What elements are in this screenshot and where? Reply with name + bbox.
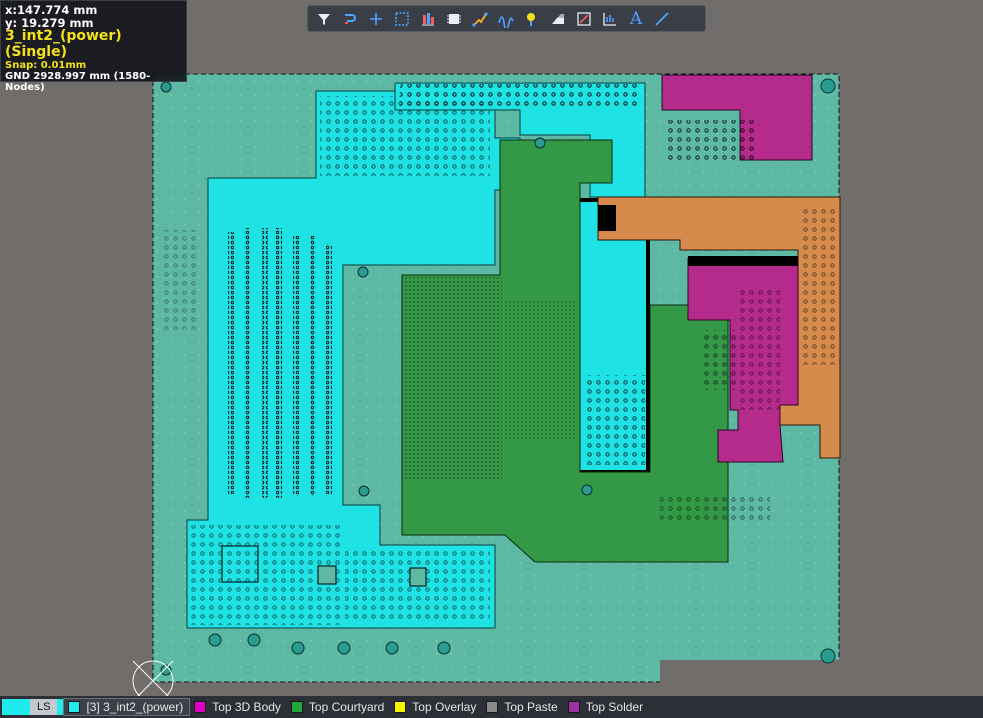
net-info: GND 2928.997 mm (1580-Nodes) <box>5 71 151 94</box>
black-strip <box>598 205 616 231</box>
layer-tab-top-courtyard[interactable]: Top Courtyard <box>287 698 390 716</box>
bga-array <box>402 275 502 480</box>
select-rect-icon[interactable] <box>390 8 414 30</box>
current-layer: 3_int2_(power) (Single) <box>5 28 122 60</box>
place-via-icon[interactable] <box>520 8 544 30</box>
layer-tab-top-3d-body[interactable]: Top 3D Body <box>190 698 287 716</box>
ic-footprint-2 <box>409 567 427 587</box>
line-icon[interactable] <box>650 8 674 30</box>
layer-tab-label: Top Solder <box>585 700 644 714</box>
layer-swatch <box>486 701 499 713</box>
layer-set-button[interactable]: LS <box>2 699 64 715</box>
bga-array-2 <box>505 300 575 440</box>
black-strip-2 <box>688 256 798 266</box>
layer-tab-top-overlay[interactable]: Top Overlay <box>390 698 482 716</box>
dimension-icon[interactable] <box>572 8 596 30</box>
layer-tab-int2-power[interactable]: [3] 3_int2_(power) <box>63 698 191 716</box>
align-icon[interactable] <box>416 8 440 30</box>
layer-tab-label: Top Overlay <box>412 700 477 714</box>
interactive-route-icon[interactable] <box>468 8 492 30</box>
layer-tab-label: Top Paste <box>504 700 558 714</box>
layer-tab-label: [3] 3_int2_(power) <box>86 700 184 714</box>
layer-tabs-bar: LS [3] 3_int2_(power) Top 3D Body Top Co… <box>0 696 983 718</box>
layer-tab-top-solder[interactable]: Top Solder <box>564 698 649 716</box>
component-icon[interactable] <box>442 8 466 30</box>
ic-footprint-1 <box>317 565 337 585</box>
active-bar-toolbar: A <box>307 5 706 32</box>
pcb-canvas[interactable] <box>0 0 983 696</box>
layer-set-label: LS <box>30 699 58 715</box>
layer-swatch <box>567 701 580 713</box>
layer-swatch <box>394 701 407 713</box>
board-cutout <box>660 660 840 684</box>
layer-swatch <box>290 701 303 713</box>
crosshair-icon[interactable] <box>364 8 388 30</box>
diff-pair-icon[interactable] <box>494 8 518 30</box>
route-icon[interactable] <box>338 8 362 30</box>
layer-tab-label: Top 3D Body <box>212 700 281 714</box>
graph-icon[interactable] <box>598 8 622 30</box>
heads-up-display: x:147.774 mm y: 19.279 mm 3_int2_(power)… <box>0 0 187 93</box>
layer-tab-label: Top Courtyard <box>308 700 385 714</box>
layer-swatch <box>194 701 207 713</box>
filter-icon[interactable] <box>312 8 336 30</box>
layer-swatch <box>68 701 81 713</box>
text-icon-glyph: A <box>629 8 643 29</box>
polygon-icon[interactable] <box>546 8 570 30</box>
snap-value: Snap: 0.01mm <box>5 60 87 72</box>
cursor-x: x:147.774 mm <box>5 3 98 17</box>
layer-tab-top-paste[interactable]: Top Paste <box>482 698 563 716</box>
text-icon[interactable]: A <box>624 8 648 30</box>
